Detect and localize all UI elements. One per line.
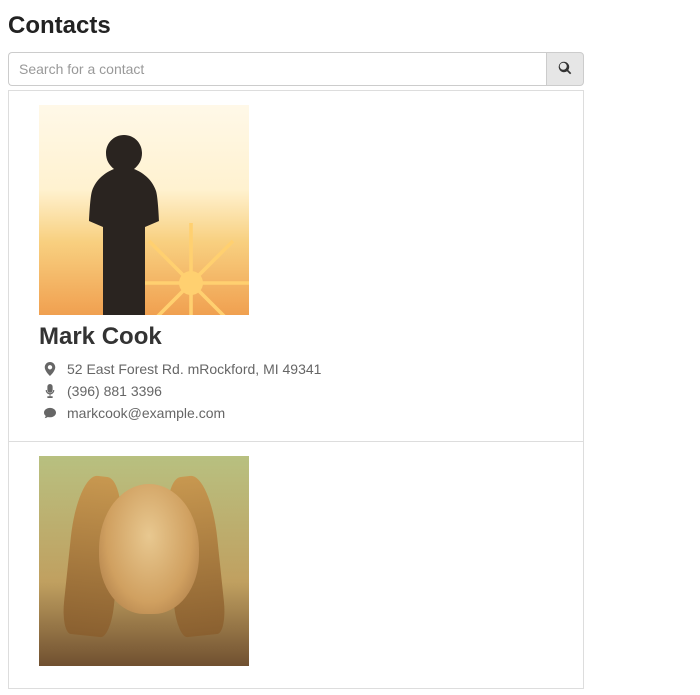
comment-icon [39, 406, 61, 420]
contact-address: 52 East Forest Rd. mRockford, MI 49341 [67, 361, 321, 377]
contact-address-row: 52 East Forest Rd. mRockford, MI 49341 [39, 361, 553, 377]
contact-name: Mark Cook [39, 323, 553, 351]
contact-photo [39, 105, 249, 315]
contact-email-row: markcook@example.com [39, 405, 553, 421]
map-marker-icon [39, 362, 61, 376]
contacts-list[interactable]: Mark Cook 52 East Forest Rd. mRockford, … [8, 90, 584, 689]
contact-phone: (396) 881 3396 [67, 383, 162, 399]
search-bar [8, 52, 584, 86]
search-input[interactable] [8, 52, 546, 86]
search-icon [558, 61, 572, 78]
person-silhouette [79, 135, 169, 315]
microphone-icon [39, 384, 61, 398]
contact-email: markcook@example.com [67, 405, 225, 421]
contact-card[interactable]: Mark Cook 52 East Forest Rd. mRockford, … [9, 90, 583, 441]
contact-phone-row: (396) 881 3396 [39, 383, 553, 399]
page-title: Contacts [8, 12, 692, 40]
contact-photo [39, 456, 249, 666]
search-button[interactable] [546, 52, 584, 86]
contact-card[interactable] [9, 441, 583, 688]
